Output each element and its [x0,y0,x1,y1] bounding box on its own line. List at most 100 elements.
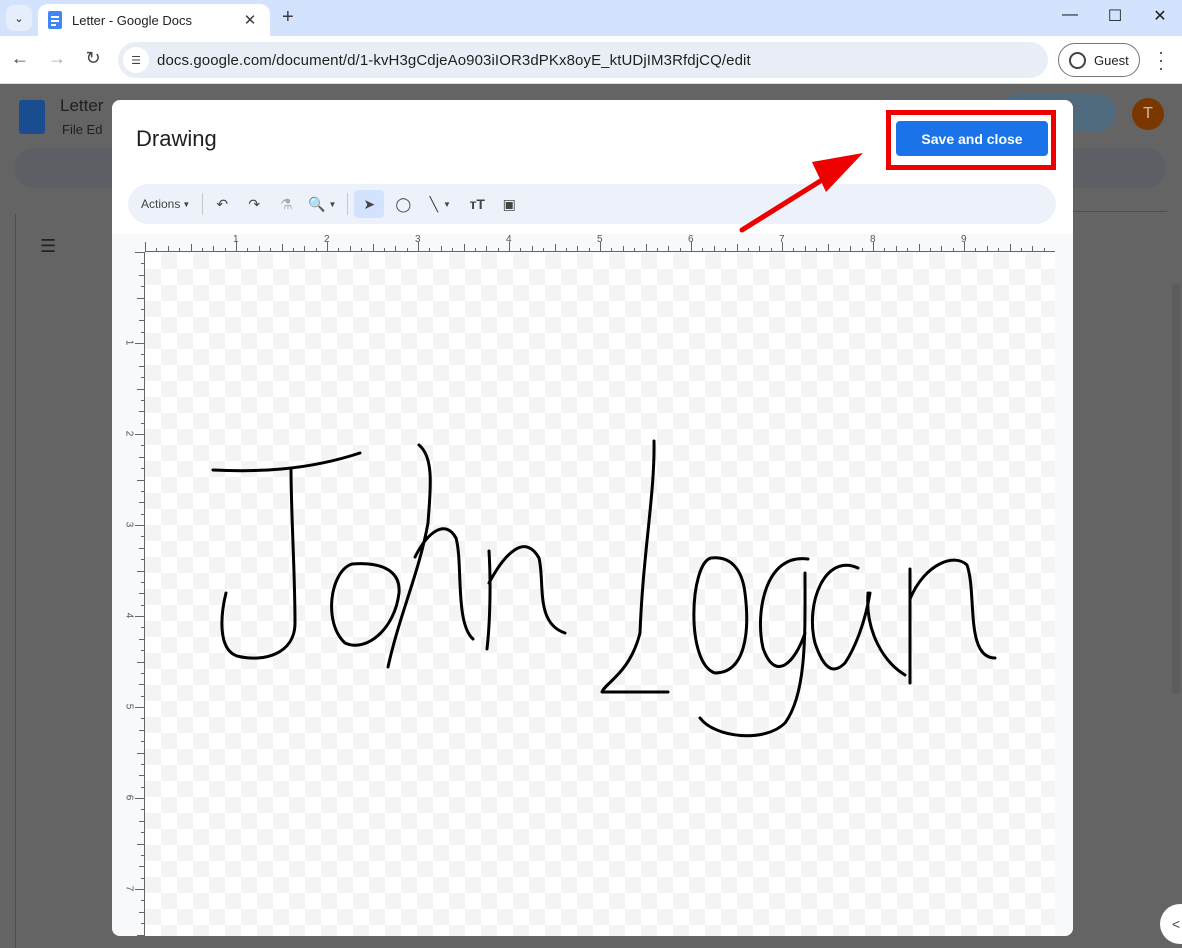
ruler-tick [588,248,590,251]
ruler-tick [1009,244,1011,251]
minimize-icon[interactable]: — [1050,6,1090,24]
ruler-tick [804,246,806,251]
ruler-tick [141,490,144,492]
zoom-icon[interactable]: 🔍 ▼ [305,190,339,218]
toolbar-separator [347,193,349,215]
browser-tab[interactable]: Letter - Google Docs ✕ [38,4,270,36]
ruler-tick [141,422,144,424]
ruler-tick [145,242,146,251]
ruler-tick [139,320,144,322]
profile-button[interactable]: Guest [1058,43,1140,77]
ruler-tick [137,388,144,390]
close-tab-icon[interactable]: ✕ [240,11,260,29]
save-and-close-button[interactable]: Save and close [896,121,1048,156]
ruler-label: 2 [324,234,330,245]
ruler-tick [702,248,704,251]
ink-stroke-n [485,545,567,651]
ruler-tick [463,244,465,251]
ruler-tick [135,707,144,708]
ruler-tick [747,248,749,251]
ruler-tick [137,297,144,299]
ruler-tick [141,604,144,606]
ink-stroke-l [600,439,670,694]
ruler-tick [135,616,144,617]
text-box-icon[interactable]: тT [464,190,490,218]
back-icon[interactable]: ← [8,48,32,69]
ruler-tick [656,248,658,251]
undo-icon[interactable]: ↶ [209,190,235,218]
ruler-tick [577,246,579,251]
ruler-tick [759,246,761,251]
ruler-label: 7 [123,885,135,892]
url-text[interactable]: docs.google.com/document/d/1-kvH3gCdjeAo… [157,52,751,69]
ruler-tick [349,246,351,251]
ruler-tick [141,809,144,811]
ruler-tick [292,248,294,251]
ruler-tick [1043,248,1045,251]
ruler-tick [135,525,144,526]
site-info-icon[interactable]: ☰ [123,47,149,73]
ruler-tick [141,331,144,333]
ruler-label: 4 [506,234,512,245]
ruler-tick [884,248,886,251]
ruler-tick [141,581,144,583]
ruler-tick [645,244,647,251]
ruler-tick [383,248,385,251]
ink-stroke-a [810,564,907,677]
ruler-tick [141,445,144,447]
image-icon[interactable]: ▣ [496,190,522,218]
ruler-tick [1032,246,1034,251]
select-icon[interactable]: ➤ [354,190,385,218]
ruler-label: 1 [123,339,135,346]
new-tab-button[interactable]: + [282,6,294,29]
actions-menu[interactable]: Actions ▼ [141,190,194,218]
handwritten-signature[interactable] [145,253,1055,936]
line-icon[interactable]: ╲ ▼ [422,190,458,218]
ruler-tick [338,248,340,251]
ruler-tick [827,244,829,251]
ruler-tick [139,684,144,686]
toolbar-separator [202,193,204,215]
ruler-tick [975,248,977,251]
ruler-tick [141,468,144,470]
ruler-label: 9 [961,234,967,245]
ruler-tick [770,248,772,251]
ruler-tick [139,775,144,777]
ruler-tick [139,274,144,276]
forward-icon[interactable]: → [45,48,69,69]
browser-menu-icon[interactable]: · · · [1154,43,1168,77]
ruler-tick [137,752,144,754]
docs-logo-icon [19,100,45,134]
ruler-tick [679,248,681,251]
chevron-left-icon: < [1172,916,1181,932]
docs-scrollbar [1172,284,1180,694]
ruler-tick [565,248,567,251]
redo-icon[interactable]: ↷ [241,190,267,218]
paint-format-icon[interactable]: ⚗ [273,190,299,218]
ruler-tick [141,286,144,288]
maximize-icon[interactable]: ☐ [1095,6,1135,26]
reload-icon[interactable]: ↻ [81,48,105,69]
drawing-board[interactable] [145,253,1055,936]
ruler-tick [736,244,738,251]
ruler-tick [139,456,144,458]
ruler-tick [137,661,144,663]
address-bar[interactable]: ☰ docs.google.com/document/d/1-kvH3gCdje… [118,42,1048,78]
ruler-tick [137,843,144,845]
ruler-tick [139,820,144,822]
ruler-tick [139,911,144,913]
ruler-label: 5 [123,703,135,710]
ruler-tick [622,246,624,251]
ruler-tick [137,570,144,572]
ruler-label: 8 [870,234,876,245]
shape-icon[interactable]: ◯ [390,190,416,218]
tab-search-button[interactable]: ⌄ [6,5,32,31]
close-window-icon[interactable]: ✕ [1140,6,1180,26]
ruler-tick [406,248,408,251]
ruler-tick [141,377,144,379]
ruler-tick [137,479,144,481]
ruler-label: 4 [123,612,135,619]
side-panel-toggle[interactable]: < [1160,904,1182,944]
ruler-tick [520,248,522,251]
ruler-tick [395,246,397,251]
